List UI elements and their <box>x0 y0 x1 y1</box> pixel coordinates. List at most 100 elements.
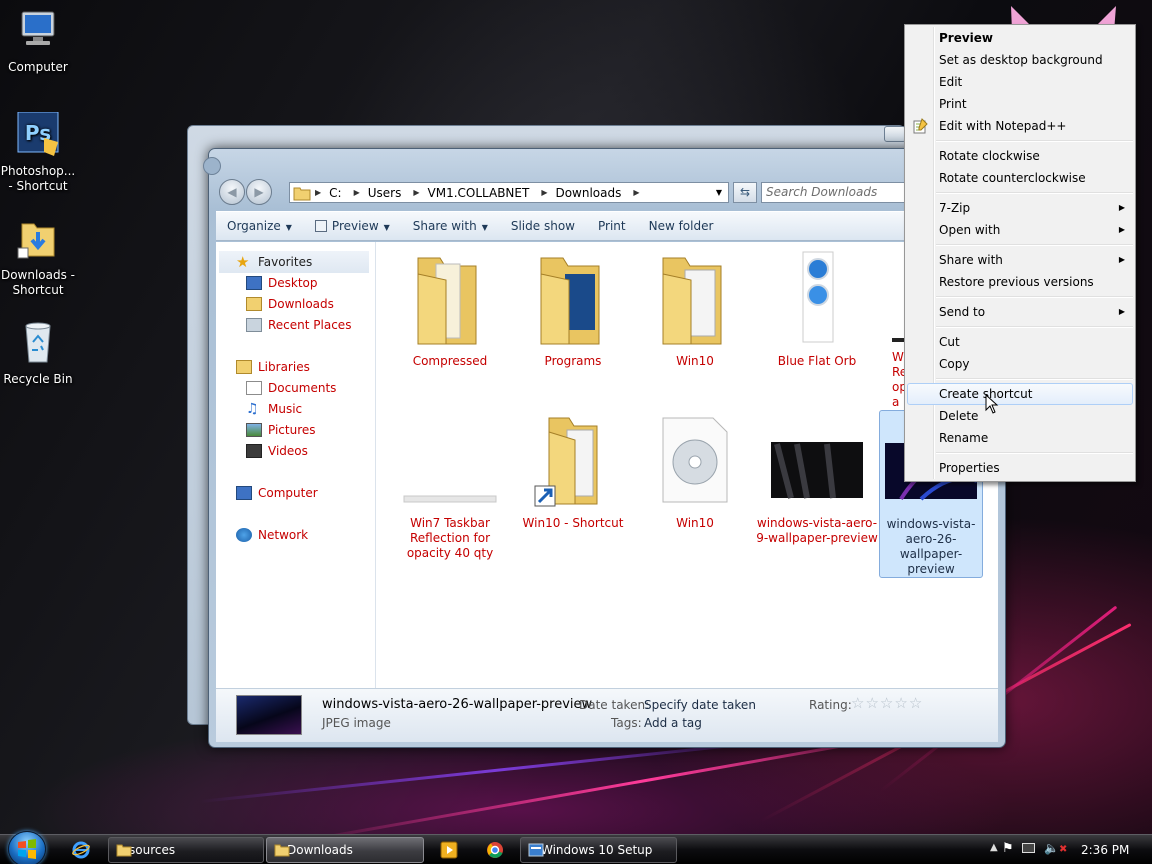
content-area: ★ Favorites Desktop Downloads Recent Plac… <box>216 242 998 688</box>
file-item-win10-iso[interactable]: Win10 <box>643 410 747 531</box>
desktop-icon-photoshop[interactable]: Ps Photoshop... - Shortcut <box>0 111 76 194</box>
breadcrumb-separator[interactable]: ▶ <box>409 188 423 197</box>
forward-button[interactable]: ▶ <box>246 179 272 205</box>
nav-videos[interactable]: Videos <box>246 444 308 458</box>
tags-value[interactable]: Add a tag <box>644 716 702 730</box>
clock[interactable]: 2:36 PM <box>1081 843 1129 857</box>
star-icon[interactable]: ☆ <box>880 694 893 712</box>
menu-item-share-with[interactable]: Share with ▶ <box>907 249 1133 271</box>
mouse-cursor-icon <box>985 394 999 414</box>
desktop-icon-label: Photoshop... - Shortcut <box>0 164 76 193</box>
breadcrumb-users[interactable]: Users <box>364 186 410 200</box>
file-item-win7-taskbar[interactable]: Win7 Taskbar Reflection for opacity 40 q… <box>398 410 502 561</box>
slide-show-button[interactable]: Slide show <box>500 219 587 233</box>
file-item-compressed[interactable]: Compressed <box>398 248 502 369</box>
taskbar-button-downloads[interactable]: Downloads <box>266 837 424 863</box>
menu-item-create-shortcut[interactable]: Create shortcut <box>907 383 1133 405</box>
nav-computer[interactable]: Computer <box>236 486 318 500</box>
file-label: Win10 - Shortcut <box>522 516 624 530</box>
nav-network[interactable]: Network <box>236 528 308 542</box>
menu-item-edit[interactable]: Edit <box>907 71 1133 93</box>
explorer-window[interactable]: ◀ ▶ ▶ C: ▶ Users ▶ VM1.COLLABNET ▶ Downl… <box>203 148 1006 748</box>
breadcrumb-user[interactable]: VM1.COLLABNET <box>424 186 538 200</box>
menu-item-properties[interactable]: Properties <box>907 457 1133 479</box>
menu-item-label: Open with <box>939 223 1001 237</box>
taskbar: sources Downloads Windows 10 Setup ▲ ⚑ 🔈… <box>0 831 1152 864</box>
file-item-win10-folder[interactable]: Win10 <box>643 248 747 369</box>
file-item-win10-shortcut[interactable]: Win10 - Shortcut <box>521 410 625 531</box>
menu-item-set-desktop-background[interactable]: Set as desktop background <box>907 49 1133 71</box>
menu-item-rotate-clockwise[interactable]: Rotate clockwise <box>907 145 1133 167</box>
nav-label: Downloads <box>268 297 334 311</box>
taskbar-button-windows-10-setup[interactable]: Windows 10 Setup <box>520 837 677 863</box>
window-minimize-button[interactable] <box>884 126 906 142</box>
star-icon[interactable]: ☆ <box>865 694 878 712</box>
new-folder-button[interactable]: New folder <box>638 219 726 233</box>
date-taken-value[interactable]: Specify date taken <box>644 698 756 712</box>
address-dropdown-icon[interactable]: ▼ <box>716 188 722 197</box>
media-player-icon[interactable] <box>440 841 458 859</box>
print-button[interactable]: Print <box>587 219 638 233</box>
nav-label: Pictures <box>268 423 316 437</box>
star-icon[interactable]: ☆ <box>909 694 922 712</box>
image-thumbnail-icon <box>802 251 834 343</box>
show-hidden-icons-icon[interactable]: ▲ <box>990 842 998 853</box>
share-with-button[interactable]: Share with ▼ <box>402 219 500 233</box>
menu-separator <box>936 140 1133 142</box>
menu-item-7zip[interactable]: 7-Zip ▶ <box>907 197 1133 219</box>
breadcrumb-downloads[interactable]: Downloads <box>551 186 629 200</box>
breadcrumb-separator[interactable]: ▶ <box>350 188 364 197</box>
menu-item-send-to[interactable]: Send to ▶ <box>907 301 1133 323</box>
menu-item-edit-with-notepad[interactable]: Edit with Notepad++ <box>907 115 1133 137</box>
nav-favorites[interactable]: ★ Favorites <box>236 255 312 270</box>
taskbar-button-sources[interactable]: sources <box>108 837 264 863</box>
back-button[interactable]: ◀ <box>219 179 245 205</box>
nav-documents[interactable]: Documents <box>246 381 336 395</box>
menu-item-preview[interactable]: Preview <box>907 27 1133 49</box>
nav-pictures[interactable]: Pictures <box>246 423 316 437</box>
file-item-vista-9-wallpaper[interactable]: windows-vista-aero-9-wallpaper-preview <box>755 410 879 546</box>
menu-item-open-with[interactable]: Open with ▶ <box>907 219 1133 241</box>
menu-item-rotate-counterclockwise[interactable]: Rotate counterclockwise <box>907 167 1133 189</box>
menu-item-restore-previous-versions[interactable]: Restore previous versions <box>907 271 1133 293</box>
menu-item-rename[interactable]: Rename <box>907 427 1133 449</box>
nav-recent-places[interactable]: Recent Places <box>246 318 351 332</box>
star-icon[interactable]: ☆ <box>894 694 907 712</box>
nav-music[interactable]: ♫ Music <box>246 402 302 416</box>
star-icon[interactable]: ☆ <box>851 694 864 712</box>
breadcrumb-drive[interactable]: C: <box>325 186 349 200</box>
menu-separator <box>936 452 1133 454</box>
volume-muted-icon[interactable]: 🔈✖ <box>1044 841 1067 855</box>
address-bar[interactable]: ▶ C: ▶ Users ▶ VM1.COLLABNET ▶ Downloads… <box>289 182 729 203</box>
breadcrumb-separator[interactable]: ▶ <box>537 188 551 197</box>
chrome-icon[interactable] <box>486 841 504 859</box>
organize-button[interactable]: Organize ▼ <box>216 219 304 233</box>
breadcrumb-separator[interactable]: ▶ <box>311 188 325 197</box>
breadcrumb-separator[interactable]: ▶ <box>629 188 643 197</box>
menu-item-copy[interactable]: Copy <box>907 353 1133 375</box>
nav-desktop[interactable]: Desktop <box>246 276 318 290</box>
nav-downloads[interactable]: Downloads <box>246 297 334 311</box>
network-status-icon[interactable] <box>1022 843 1035 853</box>
nav-libraries[interactable]: Libraries <box>236 360 310 374</box>
desktop-icon-computer[interactable]: Computer <box>0 8 76 75</box>
nav-label: Computer <box>258 486 318 500</box>
action-center-flag-icon[interactable]: ⚑ <box>1002 841 1014 856</box>
menu-item-cut[interactable]: Cut <box>907 331 1133 353</box>
menu-item-print[interactable]: Print <box>907 93 1133 115</box>
start-button[interactable] <box>8 831 46 864</box>
desktop-icon-recycle-bin[interactable]: Recycle Bin <box>0 320 76 387</box>
rating-stars[interactable]: ☆☆☆☆☆ <box>851 694 923 712</box>
menu-item-delete[interactable]: Delete <box>907 405 1133 427</box>
file-item-blue-flat-orb[interactable]: Blue Flat Orb <box>765 248 869 369</box>
music-icon: ♫ <box>246 401 259 417</box>
desktop-icon-downloads-shortcut[interactable]: Downloads - Shortcut <box>0 216 76 298</box>
taskbar-button-label: sources <box>129 843 176 857</box>
file-item-programs[interactable]: Programs <box>521 248 625 369</box>
refresh-button[interactable]: ⇆ <box>733 182 757 203</box>
internet-explorer-icon[interactable] <box>72 841 90 859</box>
photoshop-icon: Ps <box>17 111 59 156</box>
preview-button[interactable]: Preview ▼ <box>304 219 402 233</box>
search-input[interactable]: Search Downloads <box>761 182 911 203</box>
nav-label: Network <box>258 528 309 542</box>
